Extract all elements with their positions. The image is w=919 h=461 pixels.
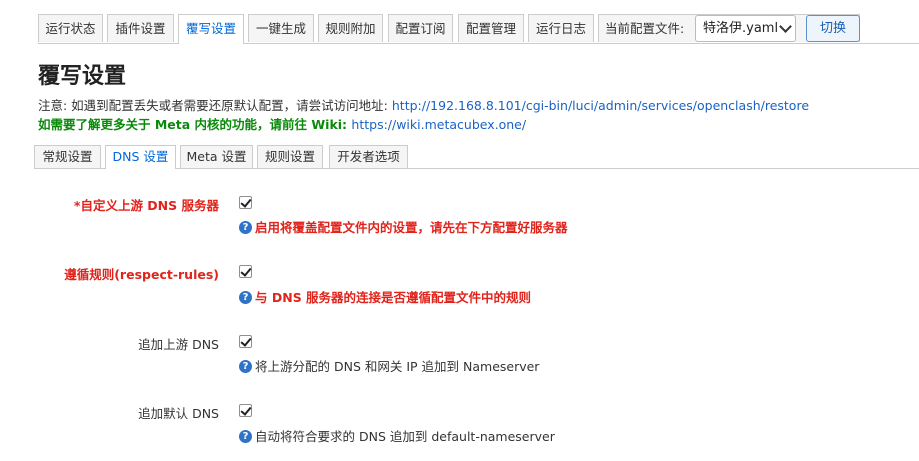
tab-rule-append[interactable]: 规则附加 xyxy=(318,14,383,42)
checkmark-icon xyxy=(240,265,252,277)
tab-status[interactable]: 运行状态 xyxy=(38,14,103,42)
append-upstream-dns-checkbox[interactable] xyxy=(239,335,252,348)
meta-wiki-notice-text: 如需要了解更多关于 Meta 内核的功能，请前往 Wiki: xyxy=(38,117,352,132)
current-config-file-label: 当前配置文件: xyxy=(605,21,685,36)
page-title: 覆写设置 xyxy=(38,64,127,89)
meta-wiki-notice: 如需要了解更多关于 Meta 内核的功能，请前往 Wiki: https://w… xyxy=(38,114,526,133)
append-upstream-dns-label: 追加上游 DNS xyxy=(138,337,219,352)
respect-rules-help: ? 与 DNS 服务器的连接是否遵循配置文件中的规则 xyxy=(239,291,531,305)
restore-link[interactable]: http://192.168.8.101/cgi-bin/luci/admin/… xyxy=(392,98,809,113)
chevron-down-icon xyxy=(779,20,792,33)
custom-upstream-dns-help-text: 启用将覆盖配置文件内的设置，请先在下方配置好服务器 xyxy=(255,220,568,235)
append-default-dns-help: ? 自动将符合要求的 DNS 追加到 default-nameserver xyxy=(239,430,555,444)
respect-rules-label: 遵循规则(respect-rules) xyxy=(64,267,219,282)
custom-upstream-dns-label: *自定义上游 DNS 服务器 xyxy=(73,198,219,213)
restore-notice-text: 注意: 如遇到配置丢失或者需要还原默认配置，请尝试访问地址: xyxy=(38,98,392,113)
top-tab-bar: 运行状态 插件设置 覆写设置 一键生成 规则附加 配置订阅 配置管理 运行日志 … xyxy=(38,14,919,44)
tab-override-settings[interactable]: 覆写设置 xyxy=(178,14,244,44)
append-default-dns-help-text: 自动将符合要求的 DNS 追加到 default-nameserver xyxy=(255,429,555,444)
subtab-rule-settings[interactable]: 规则设置 xyxy=(257,145,323,168)
append-default-dns-label: 追加默认 DNS xyxy=(138,406,219,421)
help-icon: ? xyxy=(239,360,252,373)
config-file-select[interactable]: 特洛伊.yaml xyxy=(695,15,796,42)
restore-notice: 注意: 如遇到配置丢失或者需要还原默认配置，请尝试访问地址: http://19… xyxy=(38,95,809,114)
checkmark-icon xyxy=(240,196,252,208)
subtab-dns-settings[interactable]: DNS 设置 xyxy=(105,145,176,169)
tab-plugin-settings[interactable]: 插件设置 xyxy=(107,14,174,42)
tab-one-click-generate[interactable]: 一键生成 xyxy=(248,14,314,42)
append-default-dns-checkbox[interactable] xyxy=(239,404,252,417)
switch-config-button[interactable]: 切换 xyxy=(806,15,860,42)
tab-config-subscription[interactable]: 配置订阅 xyxy=(388,14,453,42)
checkmark-icon xyxy=(240,404,252,416)
subtab-meta-settings[interactable]: Meta 设置 xyxy=(180,145,253,168)
help-icon: ? xyxy=(239,221,252,234)
meta-wiki-link[interactable]: https://wiki.metacubex.one/ xyxy=(351,117,526,132)
append-upstream-dns-help: ? 将上游分配的 DNS 和网关 IP 追加到 Nameserver xyxy=(239,360,539,374)
respect-rules-help-text: 与 DNS 服务器的连接是否遵循配置文件中的规则 xyxy=(255,290,532,305)
tab-config-management[interactable]: 配置管理 xyxy=(458,14,524,42)
subtab-general-settings[interactable]: 常规设置 xyxy=(34,145,101,168)
custom-upstream-dns-help: ? 启用将覆盖配置文件内的设置，请先在下方配置好服务器 xyxy=(239,221,568,235)
sub-tab-bar: 常规设置 DNS 设置 Meta 设置 规则设置 开发者选项 xyxy=(34,145,919,169)
append-upstream-dns-help-text: 将上游分配的 DNS 和网关 IP 追加到 Nameserver xyxy=(255,359,540,374)
help-icon: ? xyxy=(239,430,252,443)
tab-run-log[interactable]: 运行日志 xyxy=(528,14,594,42)
subtab-developer-options[interactable]: 开发者选项 xyxy=(329,145,408,168)
config-file-selected-value: 特洛伊.yaml xyxy=(703,21,779,36)
checkmark-icon xyxy=(240,335,252,347)
custom-upstream-dns-checkbox[interactable] xyxy=(239,196,252,209)
help-icon: ? xyxy=(239,291,252,304)
current-config-file-tab: 当前配置文件: 特洛伊.yaml 切换 xyxy=(598,14,860,42)
respect-rules-checkbox[interactable] xyxy=(239,265,252,278)
